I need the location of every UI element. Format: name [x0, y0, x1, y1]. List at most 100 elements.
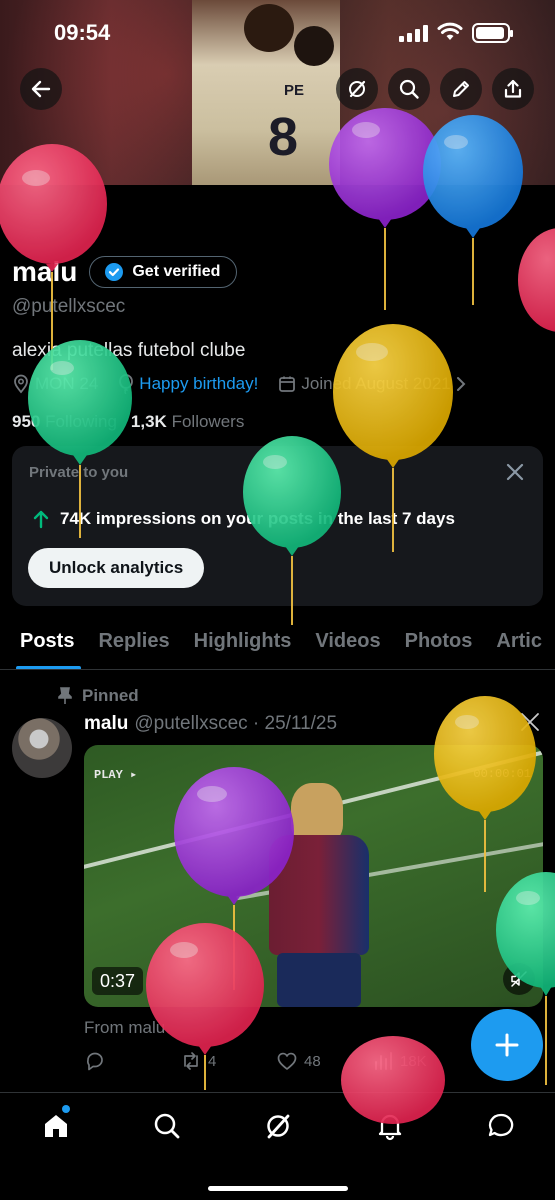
- following-count: 950: [12, 412, 41, 431]
- profile-meta: MON 24 Happy birthday! Joined August 202…: [12, 374, 480, 394]
- more-icon[interactable]: [518, 710, 542, 734]
- following-link[interactable]: 950 Following: [12, 412, 117, 432]
- post-header: malu @putellxscec · 25/11/25: [84, 713, 337, 735]
- profile-handle: @putellxscec: [12, 296, 126, 317]
- search-icon: [399, 79, 419, 99]
- followers-count: 1,3K: [130, 412, 167, 431]
- back-arrow-icon: [31, 80, 51, 98]
- search-icon: [154, 1113, 180, 1139]
- mute-button[interactable]: [503, 963, 535, 995]
- like-button[interactable]: 48: [276, 1050, 321, 1072]
- tab-highlights[interactable]: Highlights: [182, 620, 304, 669]
- views-count: 18K: [400, 1052, 427, 1070]
- analytics-title: Private to you: [29, 464, 129, 481]
- home-indicator: [208, 1186, 348, 1191]
- home-notification-dot: [62, 1105, 70, 1113]
- status-time: 09:54: [54, 20, 111, 45]
- home-icon: [45, 1115, 67, 1137]
- edit-icon: [453, 81, 469, 97]
- following-label: Following: [45, 412, 117, 431]
- post-author-name[interactable]: malu: [84, 713, 128, 735]
- pinned-label: Pinned: [82, 686, 139, 705]
- balloon-icon: [119, 374, 134, 394]
- birthday-item: Happy birthday!: [118, 374, 258, 394]
- reply-button[interactable]: [84, 1050, 106, 1072]
- views-button[interactable]: 18K: [372, 1050, 427, 1072]
- player-shirt: [269, 835, 369, 955]
- mute-icon: [511, 971, 527, 987]
- like-icon: [277, 1052, 297, 1070]
- arrow-up-icon: [33, 510, 49, 529]
- post-video[interactable]: PLAY ▸ 00:00:01 0:37: [84, 745, 543, 1007]
- plus-icon: [495, 1033, 519, 1057]
- nav-home[interactable]: [39, 1109, 73, 1143]
- back-button[interactable]: [20, 68, 62, 110]
- followers-label: Followers: [171, 412, 245, 431]
- repost-count: 4: [208, 1052, 217, 1070]
- avatar[interactable]: [12, 718, 72, 778]
- profile-name-row: malu Get verified: [12, 256, 238, 288]
- chevron-right-icon: [456, 377, 466, 391]
- pin-icon: [58, 687, 72, 704]
- follow-stats: 950 Following 1,3K Followers: [12, 412, 244, 432]
- battery-icon: [472, 23, 513, 43]
- share-button[interactable]: [492, 68, 534, 110]
- reply-icon: [87, 1052, 103, 1071]
- share-icon: [504, 79, 522, 98]
- calendar-icon: [279, 376, 296, 392]
- impressions-row: 74K impressions on your posts in the las…: [32, 509, 455, 529]
- grok-icon: [349, 80, 366, 98]
- status-bar: 09:54: [0, 0, 555, 66]
- analytics-card: Private to you 74K impressions on your p…: [12, 446, 543, 606]
- close-icon[interactable]: [505, 462, 525, 482]
- tab-posts[interactable]: Posts: [0, 620, 86, 669]
- video-player-figure: [259, 783, 379, 1007]
- joined-item[interactable]: Joined August 2021: [278, 374, 466, 394]
- nav-grok[interactable]: [261, 1109, 295, 1143]
- compose-button[interactable]: [471, 1009, 543, 1081]
- nav-messages[interactable]: [484, 1109, 518, 1143]
- get-verified-button[interactable]: Get verified: [89, 256, 238, 288]
- messages-icon: [488, 1113, 514, 1137]
- tab-videos[interactable]: Videos: [303, 620, 392, 669]
- tab-photos[interactable]: Photos: [393, 620, 485, 669]
- birthday-link[interactable]: Happy birthday!: [139, 374, 258, 394]
- followers-link[interactable]: 1,3K Followers: [131, 412, 244, 432]
- tab-replies[interactable]: Replies: [86, 620, 181, 669]
- signal-icon: [399, 24, 428, 42]
- grok-icon: [267, 1114, 290, 1139]
- video-duration: 0:37: [92, 967, 144, 995]
- post-handle-date: @putellxscec · 25/11/25: [134, 713, 338, 734]
- player-head: [291, 783, 343, 843]
- pinned-indicator: Pinned: [58, 686, 139, 706]
- repost-button[interactable]: 4: [180, 1050, 216, 1072]
- edit-profile-button[interactable]: [440, 68, 482, 110]
- nav-notifications[interactable]: [373, 1109, 407, 1143]
- search-button[interactable]: [388, 68, 430, 110]
- repost-icon: [184, 1052, 198, 1070]
- verified-badge-icon: [105, 263, 124, 281]
- video-play-tag: PLAY ▸: [94, 768, 138, 782]
- tab-articles[interactable]: Artic: [484, 620, 554, 669]
- notifications-icon: [378, 1114, 402, 1141]
- banner-jersey-number: 8: [268, 107, 299, 167]
- display-name: malu: [12, 256, 78, 287]
- location-text: MON 24: [35, 374, 99, 393]
- wifi-icon: [437, 22, 463, 40]
- profile-bio: alexia putellas futebol clube: [12, 340, 246, 361]
- impressions-text: 74K impressions on your posts in the las…: [60, 509, 455, 528]
- joined-text: Joined August 2021: [301, 374, 451, 393]
- banner-jersey-name: PE: [284, 82, 305, 99]
- views-icon: [375, 1052, 392, 1070]
- unlock-analytics-button[interactable]: Unlock analytics: [28, 548, 205, 588]
- location-icon: [14, 374, 28, 394]
- player-shorts: [277, 953, 361, 1007]
- nav-search[interactable]: [150, 1109, 184, 1143]
- grok-button[interactable]: [336, 68, 378, 110]
- get-verified-label: Get verified: [132, 263, 221, 280]
- video-attribution[interactable]: From malu: [84, 1018, 165, 1038]
- balloon: [518, 228, 555, 332]
- like-count: 48: [304, 1052, 321, 1070]
- profile-tabs: Posts Replies Highlights Videos Photos A…: [0, 620, 555, 670]
- video-timecode: 00:00:01: [473, 767, 531, 781]
